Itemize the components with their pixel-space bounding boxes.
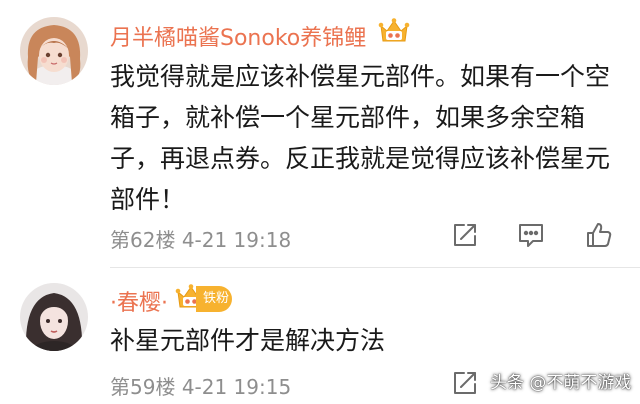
like-icon[interactable] bbox=[584, 220, 614, 250]
floor-number: 第59楼 bbox=[110, 375, 176, 399]
fan-badge[interactable]: 铁粉 bbox=[196, 286, 232, 312]
comment-icon[interactable] bbox=[516, 220, 546, 250]
avatar[interactable] bbox=[20, 17, 88, 85]
timestamp: 4-21 19:15 bbox=[181, 375, 292, 399]
timestamp: 4-21 19:18 bbox=[181, 228, 292, 252]
repost-icon[interactable] bbox=[450, 368, 480, 398]
floor-number: 第62楼 bbox=[110, 228, 176, 252]
comment-meta: 第62楼 4-21 19:18 bbox=[110, 224, 291, 253]
repost-icon[interactable] bbox=[450, 220, 480, 250]
username[interactable]: ·春樱· bbox=[110, 285, 168, 317]
crown-badge-icon[interactable] bbox=[378, 17, 410, 47]
watermark: 头条 @不萌不游戏 bbox=[490, 373, 632, 393]
comment-item: 月半橘喵酱Sonoko养锦鲤 我觉得就是应该补偿星元部件。如果有一个空箱子，就补… bbox=[0, 0, 640, 268]
comment-text: 补星元部件才是解决方法 bbox=[110, 326, 386, 355]
avatar[interactable] bbox=[20, 283, 88, 351]
comment-text: 我觉得就是应该补偿星元部件。如果有一个空箱子，就补偿一个星元部件，如果多余空箱子… bbox=[110, 62, 611, 214]
username[interactable]: 月半橘喵酱Sonoko养锦鲤 bbox=[110, 20, 366, 52]
comment-meta: 第59楼 4-21 19:15 bbox=[110, 371, 291, 400]
